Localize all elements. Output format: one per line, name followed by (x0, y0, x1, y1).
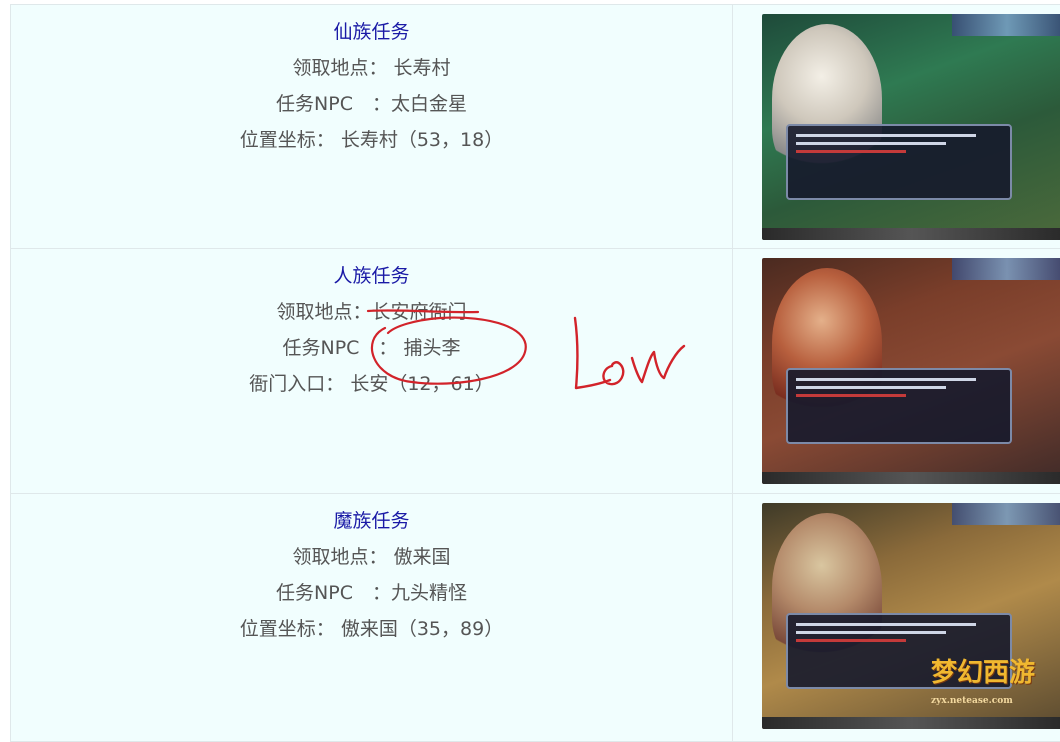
quest-npc: 任务NPC ： 捕头李 (282, 337, 461, 359)
quest-title[interactable]: 仙族任务 (11, 22, 732, 58)
quest-info-cell: 仙族任务 领取地点： 长寿村 任务NPC ：太白金星 位置坐标： 长寿村（53，… (11, 5, 733, 248)
gate-entrance-coords: 衙门入口： 长安（12，61） (249, 373, 494, 395)
quest-info-cell: 魔族任务 领取地点： 傲来国 任务NPC ：九头精怪 位置坐标： 傲来国（35，… (11, 494, 733, 741)
watermark-text: 梦幻西游 (931, 658, 1036, 688)
position-coords: 位置坐标： 傲来国（35，89） (239, 618, 504, 640)
quest-npc: 任务NPC ：太白金星 (276, 93, 467, 115)
pickup-location: 领取地点：长安府衙门 (276, 301, 467, 323)
game-chat-bar (762, 228, 1060, 240)
npc-butouli-screenshot[interactable] (762, 258, 1060, 484)
game-chat-bar (762, 717, 1060, 729)
npc-jiutou-screenshot[interactable]: 梦幻西游 zyx.netease.com (762, 503, 1060, 729)
game-dialog-box (786, 124, 1012, 200)
game-status-bar (952, 258, 1060, 280)
quest-info-cell: 人族任务 领取地点：长安府衙门 任务NPC ： 捕头李 衙门入口： 长安（12，… (11, 249, 733, 493)
watermark-url: zyx.netease.com (931, 696, 1013, 706)
quest-title[interactable]: 人族任务 (11, 266, 732, 302)
game-dialog-box (786, 368, 1012, 444)
screenshot-cell: 梦幻西游 zyx.netease.com (733, 494, 1060, 741)
table-row: 人族任务 领取地点：长安府衙门 任务NPC ： 捕头李 衙门入口： 长安（12，… (11, 249, 1060, 494)
game-chat-bar (762, 472, 1060, 484)
game-status-bar (952, 503, 1060, 525)
game-status-bar (952, 14, 1060, 36)
quest-table: 仙族任务 领取地点： 长寿村 任务NPC ：太白金星 位置坐标： 长寿村（53，… (10, 4, 1060, 742)
pickup-location: 领取地点： 傲来国 (292, 546, 451, 568)
table-row: 魔族任务 领取地点： 傲来国 任务NPC ：九头精怪 位置坐标： 傲来国（35，… (11, 494, 1060, 742)
table-row: 仙族任务 领取地点： 长寿村 任务NPC ：太白金星 位置坐标： 长寿村（53，… (11, 5, 1060, 249)
npc-taibai-screenshot[interactable] (762, 14, 1060, 240)
quest-title[interactable]: 魔族任务 (11, 511, 732, 547)
pickup-location: 领取地点： 长寿村 (292, 57, 451, 79)
position-coords: 位置坐标： 长寿村（53，18） (239, 129, 504, 151)
game-logo-watermark: 梦幻西游 zyx.netease.com (931, 659, 1056, 717)
screenshot-cell (733, 5, 1060, 248)
quest-npc: 任务NPC ：九头精怪 (276, 582, 467, 604)
screenshot-cell (733, 249, 1060, 493)
